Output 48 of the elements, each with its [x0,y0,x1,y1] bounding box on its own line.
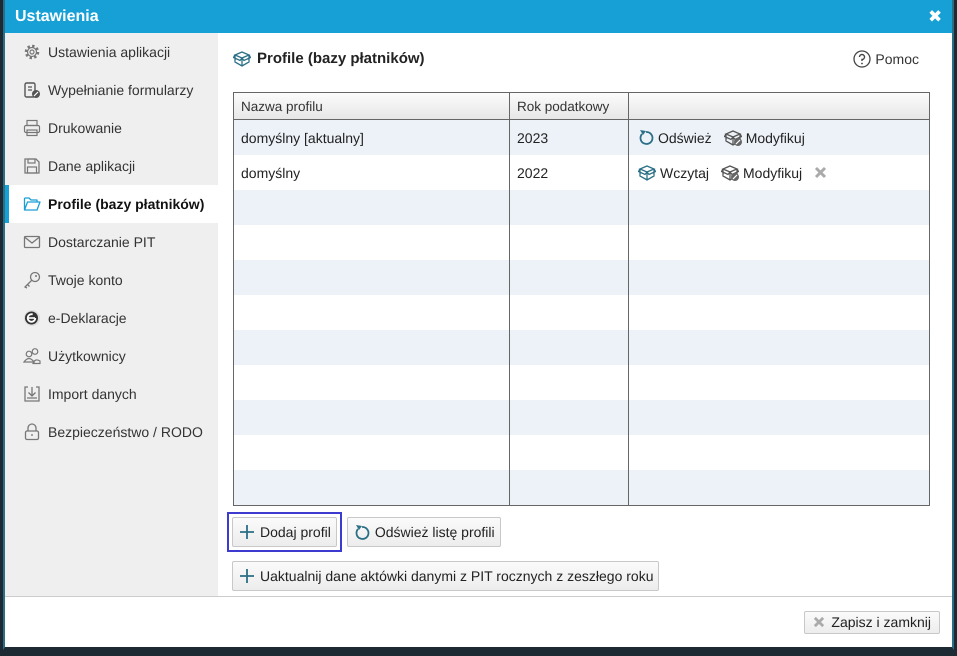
refresh-icon [354,524,370,540]
padlock-icon [23,423,41,441]
box-icon [233,50,251,66]
sidebar-item[interactable]: Dane aplikacji [5,147,218,185]
action-button[interactable]: Uaktualnij dane aktówki danymi z PIT rocznych z zeszłego roku [232,561,660,591]
sidebar-item[interactable]: Ustawienia aplikacji [5,33,218,71]
modify-link[interactable]: Modyfikuj [721,164,802,180]
table-cell: 2023 [510,120,629,155]
printer-icon [23,119,41,137]
refresh-icon [638,129,654,146]
close-icon [813,616,826,628]
tray-download-icon [23,385,41,403]
sidebar-item[interactable]: Wypełnianie formularzy [5,71,218,109]
users-icon [23,347,41,365]
sidebar-item[interactable]: Import danych [5,375,218,413]
load-link[interactable]: Wczytaj [638,164,709,180]
sidebar-item[interactable]: Bezpieczeństwo / RODO [5,413,218,451]
delete-icon [814,166,828,179]
column-header: Rok podatkowy [510,93,629,119]
window-title: Ustawienia [15,8,99,26]
document-pencil-icon [23,81,41,99]
envelope-icon [23,233,41,251]
table-cell: domyślny [aktualny] [234,120,510,155]
sidebar-item[interactable]: e-Deklaracje [5,299,218,337]
box-pencil-icon [724,130,742,146]
e-logo-icon [23,309,41,327]
plus-icon [239,568,255,584]
sidebar-item[interactable]: Drukowanie [5,109,218,147]
gear-icon [23,43,41,61]
sidebar-item[interactable]: Dostarczanie PIT [5,223,218,261]
page-title: Profile (bazy płatników) [257,50,425,67]
box-icon [638,164,656,180]
action-button[interactable]: Dodaj profil [232,517,337,547]
sidebar-item[interactable]: Profile (bazy płatników) [5,185,218,223]
help-link[interactable]: Pomoc [847,48,925,68]
action-button[interactable]: Odśwież listę profili [346,517,501,547]
sidebar-item[interactable]: Użytkownicy [5,337,218,375]
sidebar-item[interactable]: Twoje konto [5,261,218,299]
modify-link[interactable]: Modyfikuj [724,130,805,146]
key-icon [23,271,41,289]
column-header: Nazwa profilu [234,93,510,119]
plus-icon [239,524,255,540]
delete-button[interactable] [814,166,828,179]
refresh-link[interactable]: Odśwież [638,129,712,146]
box-pencil-icon [721,164,739,180]
save-close-button[interactable]: Zapisz i zamknij [804,610,940,634]
folder-icon [23,195,41,213]
help-icon [853,50,872,68]
